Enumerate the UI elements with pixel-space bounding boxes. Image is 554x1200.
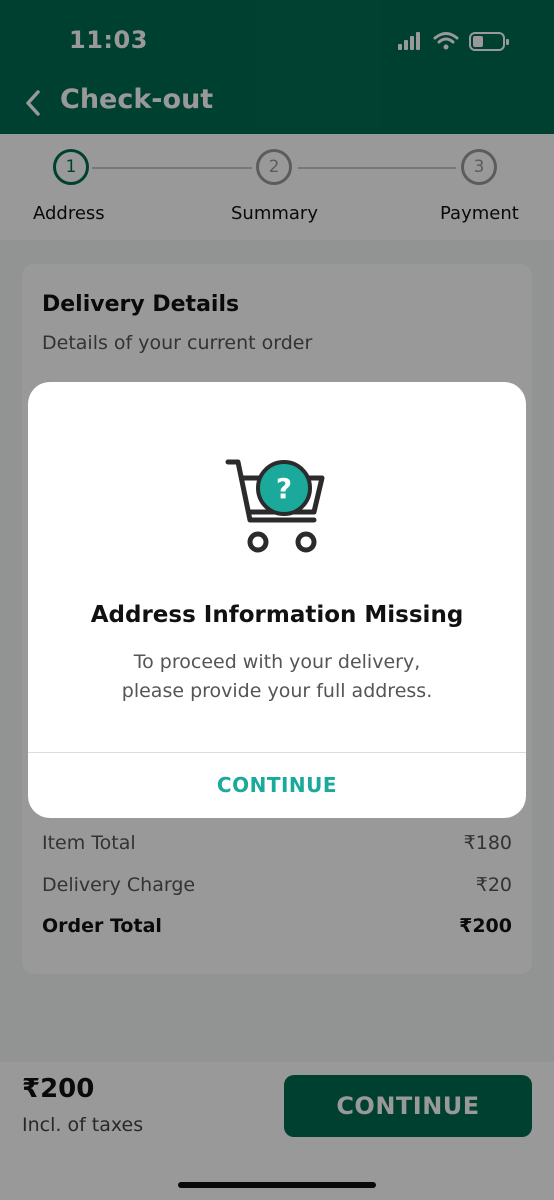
dialog-message: To proceed with your delivery, please pr… (28, 648, 526, 706)
dialog-continue-button[interactable]: CONTINUE (28, 753, 526, 818)
address-missing-dialog: ? Address Information Missing To proceed… (28, 382, 526, 818)
dialog-message-line: please provide your full address. (121, 680, 433, 702)
dialog-message-line: To proceed with your delivery, (133, 651, 421, 673)
dialog-title: Address Information Missing (90, 602, 464, 628)
svg-text:?: ? (276, 472, 292, 505)
cart-question-icon: ? (225, 459, 325, 553)
